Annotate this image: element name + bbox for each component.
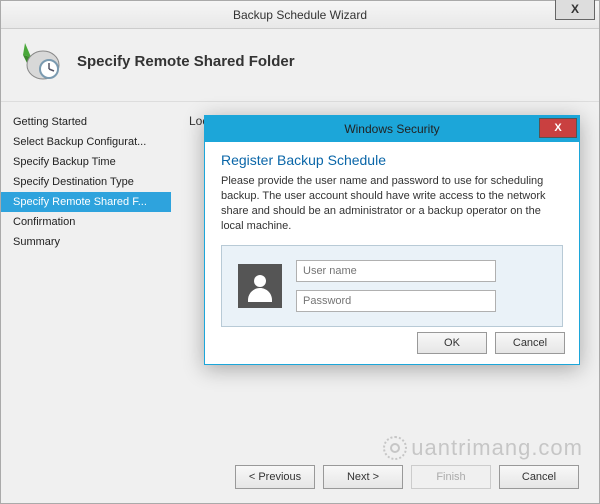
- next-button[interactable]: Next >: [323, 465, 403, 489]
- credential-fields: [296, 260, 496, 312]
- sidebar-item-confirmation[interactable]: Confirmation: [1, 212, 171, 232]
- sidebar-item-summary[interactable]: Summary: [1, 232, 171, 252]
- wizard-header: Specify Remote Shared Folder: [1, 29, 599, 101]
- cancel-button[interactable]: Cancel: [499, 465, 579, 489]
- dialog-title: Windows Security: [344, 122, 439, 136]
- watermark-text: uantrimang.com: [411, 435, 583, 461]
- credentials-box: [221, 245, 563, 327]
- dialog-ok-button[interactable]: OK: [417, 332, 487, 354]
- dialog-cancel-button[interactable]: Cancel: [495, 332, 565, 354]
- dialog-heading: Register Backup Schedule: [221, 152, 563, 168]
- wizard-footer: < Previous Next > Finish Cancel: [235, 465, 579, 489]
- watermark-gear-icon: [383, 436, 407, 460]
- sidebar-item-specify-remote-shared-folder[interactable]: Specify Remote Shared F...: [1, 192, 171, 212]
- backup-wizard-icon: [19, 39, 63, 83]
- dialog-body: Register Backup Schedule Please provide …: [205, 142, 579, 337]
- sidebar-item-specify-backup-time[interactable]: Specify Backup Time: [1, 152, 171, 172]
- sidebar-item-select-backup-config[interactable]: Select Backup Configurat...: [1, 132, 171, 152]
- dialog-titlebar: Windows Security X: [205, 116, 579, 142]
- user-avatar-icon: [238, 264, 282, 308]
- dialog-description: Please provide the user name and passwor…: [221, 174, 563, 233]
- sidebar-item-specify-destination-type[interactable]: Specify Destination Type: [1, 172, 171, 192]
- username-input[interactable]: [296, 260, 496, 282]
- page-title: Specify Remote Shared Folder: [77, 53, 295, 70]
- titlebar: Backup Schedule Wizard X: [1, 1, 599, 29]
- wizard-window: Backup Schedule Wizard X Specify Remote …: [0, 0, 600, 504]
- watermark: uantrimang.com: [383, 435, 583, 461]
- previous-button[interactable]: < Previous: [235, 465, 315, 489]
- finish-button: Finish: [411, 465, 491, 489]
- dialog-footer: OK Cancel: [417, 332, 565, 354]
- window-close-button[interactable]: X: [555, 0, 595, 20]
- windows-security-dialog: Windows Security X Register Backup Sched…: [204, 115, 580, 365]
- window-title: Backup Schedule Wizard: [233, 8, 367, 22]
- dialog-close-button[interactable]: X: [539, 118, 577, 138]
- password-input[interactable]: [296, 290, 496, 312]
- wizard-steps-sidebar: Getting Started Select Backup Configurat…: [1, 102, 171, 461]
- sidebar-item-getting-started[interactable]: Getting Started: [1, 112, 171, 132]
